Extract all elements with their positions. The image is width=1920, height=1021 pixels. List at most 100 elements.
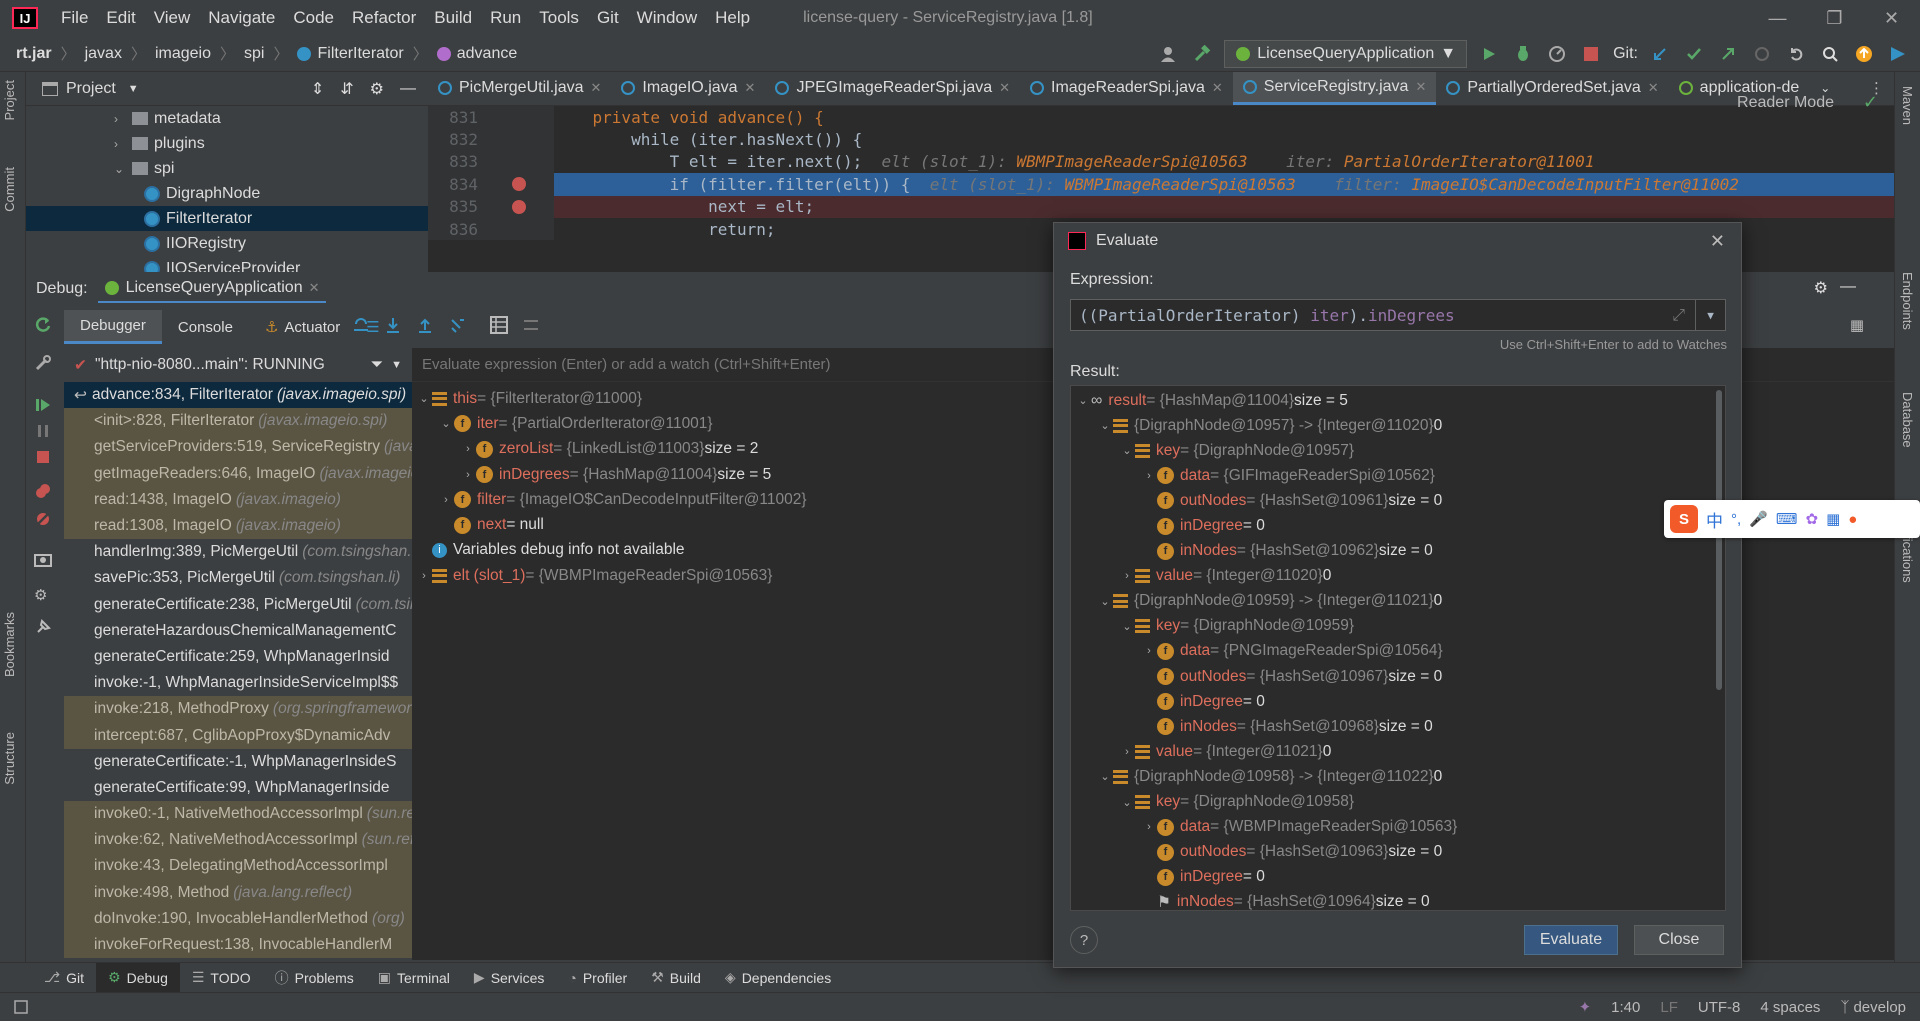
stack-frame[interactable]: invokeForRequest:138, InvocableHandlerM — [64, 931, 412, 959]
menu-window[interactable]: Window — [628, 0, 706, 36]
editor-tab[interactable]: ImageIO.java ✕ — [611, 72, 765, 105]
rerun-icon[interactable] — [34, 316, 52, 334]
stack-frame[interactable]: intercept:687, CglibAopProxy$DynamicAdv — [64, 722, 412, 749]
tool-window-services[interactable]: ▶ Services — [462, 963, 556, 993]
gutter[interactable] — [484, 128, 554, 151]
indent-setting[interactable]: 4 spaces — [1760, 999, 1820, 1016]
skin-icon[interactable]: ✿ — [1806, 510, 1819, 528]
code-line[interactable]: 835 next = elt; — [428, 195, 1894, 218]
tool-window-profiler[interactable]: ◔ Profiler — [556, 963, 639, 993]
resume-icon[interactable] — [34, 396, 52, 414]
stack-frame[interactable]: invoke:-1, WhpManagerInsideServiceImpl$$ — [64, 670, 412, 696]
chevron-down-icon[interactable]: ⌄ — [1119, 796, 1135, 809]
project-tool-tab[interactable]: Project — [2, 80, 17, 120]
tree-row[interactable]: ⌄ {DigraphNode@10959} -> {Integer@11021} … — [1071, 589, 1725, 614]
chevron-down-icon[interactable]: ⌄ — [1075, 394, 1091, 407]
close-button[interactable]: Close — [1634, 925, 1724, 955]
build-hammer-icon[interactable] — [1190, 42, 1214, 66]
menu-file[interactable]: File — [52, 0, 97, 36]
camera-icon[interactable] — [34, 550, 52, 568]
chevron-down-icon[interactable]: ▼ — [128, 83, 139, 95]
expand-all-icon[interactable]: ⇕ — [311, 79, 324, 99]
project-tree-item[interactable]: DigraphNode — [26, 181, 428, 206]
debug-tab-debugger[interactable]: Debugger — [64, 310, 162, 344]
chevron-down-icon[interactable]: ⌄ — [1097, 770, 1113, 783]
close-tab-icon[interactable]: ✕ — [745, 80, 756, 96]
stop-icon[interactable] — [34, 448, 52, 466]
microphone-icon[interactable]: 🎤 — [1749, 510, 1768, 528]
restore-icon[interactable]: ❐ — [1806, 0, 1863, 36]
history-icon[interactable] — [1750, 42, 1774, 66]
tree-row[interactable]: ⌄ {DigraphNode@10957} -> {Integer@11020} … — [1071, 413, 1725, 438]
git-commit-icon[interactable] — [1682, 42, 1706, 66]
git-branch-widget[interactable]: ᛉ develop — [1840, 999, 1906, 1016]
expand-icon[interactable]: ⤢ — [1672, 305, 1695, 325]
chevron-right-icon[interactable]: › — [1141, 470, 1157, 482]
close-tab-icon[interactable]: ✕ — [590, 80, 601, 96]
show-execution-point-icon[interactable] — [352, 316, 370, 334]
chevron-down-icon[interactable]: ⌄ — [114, 162, 132, 176]
editor-tab[interactable]: PicMergeUtil.java ✕ — [428, 72, 611, 105]
tree-row[interactable]: ⌄ key = {DigraphNode@10959} — [1071, 614, 1725, 639]
breadcrumb-item[interactable]: imageio — [153, 45, 213, 63]
code-line[interactable]: 833 T elt = iter.next(); elt (slot_1): W… — [428, 150, 1894, 174]
chevron-down-icon[interactable]: ⌄ — [438, 417, 454, 430]
stack-frame[interactable]: generateCertificate:-1, WhpManagerInside… — [64, 749, 412, 775]
chevron-down-icon[interactable]: ⌄ — [416, 392, 432, 405]
tree-row[interactable]: › value = {Integer@11020} 0 — [1071, 564, 1725, 589]
tree-row[interactable]: f inDegree = 0 — [1071, 513, 1725, 538]
stack-frame[interactable]: generateCertificate:259, WhpManagerInsid — [64, 644, 412, 670]
menu-edit[interactable]: Edit — [97, 0, 144, 36]
ime-mode-label[interactable]: 中 — [1706, 507, 1723, 532]
menu-view[interactable]: View — [145, 0, 200, 36]
chevron-down-icon[interactable]: ⌄ — [1097, 419, 1113, 432]
tree-row[interactable]: ⌄ key = {DigraphNode@10957} — [1071, 438, 1725, 463]
keyboard-icon[interactable]: ⌨ — [1776, 510, 1798, 528]
tree-row[interactable]: › value = {Integer@11021} 0 — [1071, 739, 1725, 764]
stack-frame[interactable]: generateHazardousChemicalManagementC — [64, 618, 412, 644]
tool-window-debug[interactable]: ⚙ Debug — [96, 962, 180, 993]
close-icon[interactable]: ✕ — [309, 280, 320, 296]
expression-input[interactable]: ((PartialOrderIterator) iter).inDegrees … — [1070, 299, 1726, 331]
chevron-right-icon[interactable]: › — [1141, 821, 1157, 833]
chevron-right-icon[interactable]: › — [114, 137, 132, 151]
git-update-icon[interactable] — [1648, 42, 1672, 66]
code-line[interactable]: 832 while (iter.hasNext()) { — [428, 128, 1894, 151]
tree-row[interactable]: f inNodes = {HashSet@10968} size = 0 — [1071, 714, 1725, 739]
gutter[interactable] — [484, 173, 554, 196]
chevron-right-icon[interactable]: › — [1141, 645, 1157, 657]
project-tree-item[interactable]: FilterIterator — [26, 206, 428, 231]
editor-tab[interactable]: JPEGImageReaderSpi.java ✕ — [765, 72, 1020, 105]
git-push-icon[interactable] — [1716, 42, 1740, 66]
chevron-down-icon[interactable]: ▼ — [391, 359, 412, 371]
thread-selector[interactable]: ✔ "http-nio-8080...main": RUNNING ⏷ ▼ — [64, 348, 412, 382]
step-over-icon[interactable] — [384, 316, 402, 334]
gutter[interactable] — [484, 106, 554, 129]
bookmarks-tool-tab[interactable]: Bookmarks — [2, 612, 17, 677]
step-out-icon[interactable] — [448, 316, 466, 334]
tabs-dropdown-icon[interactable]: ⌄ — [1820, 81, 1830, 95]
hide-panel-icon[interactable]: — — [1840, 278, 1856, 296]
tree-row[interactable]: ⌄ ∞ result = {HashMap@11004} size = 5 — [1071, 388, 1725, 413]
project-tree-item[interactable]: IIORegistry — [26, 231, 428, 256]
stack-frame[interactable]: invoke:62, NativeMethodAccessorImpl (sun.… — [64, 827, 412, 854]
stack-frame[interactable]: invoke:43, DelegatingMethodAccessorImpl — [64, 853, 412, 880]
menu-build[interactable]: Build — [425, 0, 481, 36]
tree-row[interactable]: f inDegree = 0 — [1071, 865, 1725, 890]
tool-window-todo[interactable]: ☰ TODO — [180, 963, 263, 993]
code-line[interactable]: 834 if (filter.filter(elt)) { elt (slot_… — [428, 173, 1894, 196]
update-icon[interactable] — [1852, 42, 1876, 66]
stop-icon[interactable] — [1579, 42, 1603, 66]
chevron-right-icon[interactable]: › — [1119, 746, 1135, 758]
sogou-logo-icon[interactable]: S — [1670, 505, 1698, 533]
tree-row[interactable]: › f data = {WBMPImageReaderSpi@10563} — [1071, 815, 1725, 840]
menu-git[interactable]: Git — [588, 0, 628, 36]
gear-icon[interactable]: ⚙ — [1814, 278, 1828, 298]
project-tree-item[interactable]: ⌄ spi — [26, 156, 428, 181]
chevron-right-icon[interactable]: › — [114, 112, 132, 126]
close-tab-icon[interactable]: ✕ — [1648, 80, 1659, 96]
evaluate-button[interactable]: Evaluate — [1524, 925, 1618, 955]
chevron-right-icon[interactable]: › — [460, 469, 476, 481]
view-breakpoints-icon[interactable] — [34, 482, 52, 500]
search-icon[interactable] — [1818, 42, 1842, 66]
